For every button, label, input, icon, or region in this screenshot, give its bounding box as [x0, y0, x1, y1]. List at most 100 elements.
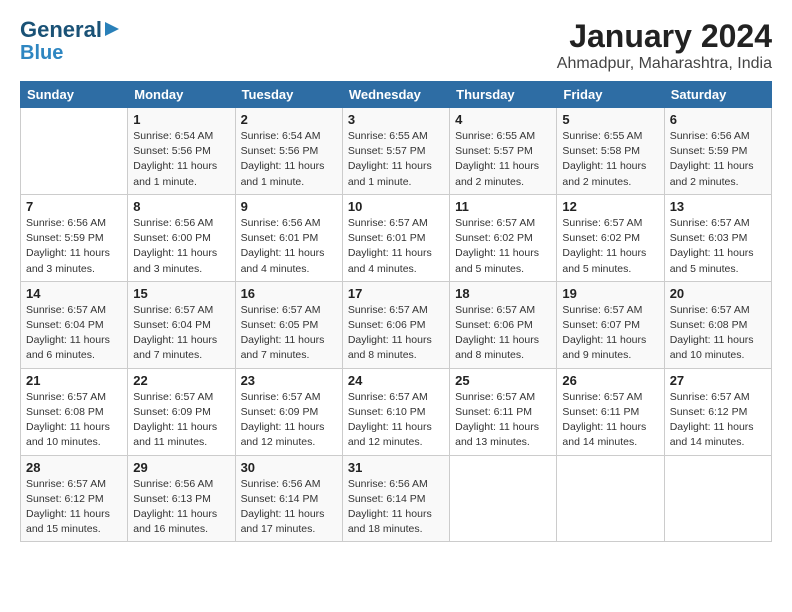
calendar-header-row: SundayMondayTuesdayWednesdayThursdayFrid…: [21, 82, 772, 108]
day-number: 26: [562, 373, 658, 388]
calendar-cell: [557, 455, 664, 542]
page: General Blue January 2024 Ahmadpur, Maha…: [0, 0, 792, 552]
calendar-cell: 15 Sunrise: 6:57 AMSunset: 6:04 PMDayligh…: [128, 281, 235, 368]
day-info: Sunrise: 6:54 AMSunset: 5:56 PMDaylight:…: [241, 129, 337, 190]
calendar-cell: 2 Sunrise: 6:54 AMSunset: 5:56 PMDaylight…: [235, 108, 342, 195]
calendar-week-row: 1 Sunrise: 6:54 AMSunset: 5:56 PMDaylight…: [21, 108, 772, 195]
day-info: Sunrise: 6:57 AMSunset: 6:12 PMDaylight:…: [26, 477, 122, 538]
day-info: Sunrise: 6:57 AMSunset: 6:10 PMDaylight:…: [348, 390, 444, 451]
day-number: 9: [241, 199, 337, 214]
calendar-cell: 24Sunrise: 6:57 AMSunset: 6:10 PMDayligh…: [342, 368, 449, 455]
calendar-cell: 3 Sunrise: 6:55 AMSunset: 5:57 PMDaylight…: [342, 108, 449, 195]
day-info: Sunrise: 6:57 AMSunset: 6:04 PMDaylight:…: [133, 303, 229, 364]
calendar-cell: 14 Sunrise: 6:57 AMSunset: 6:04 PMDayligh…: [21, 281, 128, 368]
calendar-week-row: 14 Sunrise: 6:57 AMSunset: 6:04 PMDayligh…: [21, 281, 772, 368]
day-info: Sunrise: 6:57 AMSunset: 6:01 PMDaylight:…: [348, 216, 444, 277]
logo-blue: Blue: [20, 42, 63, 64]
calendar-cell: 17Sunrise: 6:57 AMSunset: 6:06 PMDayligh…: [342, 281, 449, 368]
day-info: Sunrise: 6:55 AMSunset: 5:58 PMDaylight:…: [562, 129, 658, 190]
calendar-cell: 1 Sunrise: 6:54 AMSunset: 5:56 PMDaylight…: [128, 108, 235, 195]
day-info: Sunrise: 6:55 AMSunset: 5:57 PMDaylight:…: [348, 129, 444, 190]
calendar-week-row: 21 Sunrise: 6:57 AMSunset: 6:08 PMDayligh…: [21, 368, 772, 455]
day-number: 10: [348, 199, 444, 214]
day-info: Sunrise: 6:55 AMSunset: 5:57 PMDaylight:…: [455, 129, 551, 190]
calendar-table: SundayMondayTuesdayWednesdayThursdayFrid…: [20, 81, 772, 542]
location: Ahmadpur, Maharashtra, India: [557, 55, 772, 73]
calendar-cell: 13Sunrise: 6:57 AMSunset: 6:03 PMDayligh…: [664, 194, 771, 281]
calendar-cell: 27Sunrise: 6:57 AMSunset: 6:12 PMDayligh…: [664, 368, 771, 455]
calendar-cell: 22 Sunrise: 6:57 AMSunset: 6:09 PMDayligh…: [128, 368, 235, 455]
day-info: Sunrise: 6:54 AMSunset: 5:56 PMDaylight:…: [133, 129, 229, 190]
day-info: Sunrise: 6:57 AMSunset: 6:09 PMDaylight:…: [241, 390, 337, 451]
calendar-cell: 9 Sunrise: 6:56 AMSunset: 6:01 PMDaylight…: [235, 194, 342, 281]
logo-general: General: [20, 18, 102, 42]
col-header-wednesday: Wednesday: [342, 82, 449, 108]
day-info: Sunrise: 6:56 AMSunset: 5:59 PMDaylight:…: [26, 216, 122, 277]
day-number: 13: [670, 199, 766, 214]
col-header-sunday: Sunday: [21, 82, 128, 108]
col-header-friday: Friday: [557, 82, 664, 108]
calendar-cell: 11 Sunrise: 6:57 AMSunset: 6:02 PMDayligh…: [450, 194, 557, 281]
calendar-cell: [450, 455, 557, 542]
day-number: 12: [562, 199, 658, 214]
day-info: Sunrise: 6:56 AMSunset: 6:14 PMDaylight:…: [241, 477, 337, 538]
day-number: 8: [133, 199, 229, 214]
calendar-cell: 28Sunrise: 6:57 AMSunset: 6:12 PMDayligh…: [21, 455, 128, 542]
day-number: 27: [670, 373, 766, 388]
day-number: 5: [562, 112, 658, 127]
calendar-body: 1 Sunrise: 6:54 AMSunset: 5:56 PMDaylight…: [21, 108, 772, 542]
title-block: January 2024 Ahmadpur, Maharashtra, Indi…: [557, 18, 772, 73]
day-number: 4: [455, 112, 551, 127]
day-number: 17: [348, 286, 444, 301]
calendar-cell: 25 Sunrise: 6:57 AMSunset: 6:11 PMDayligh…: [450, 368, 557, 455]
day-info: Sunrise: 6:57 AMSunset: 6:04 PMDaylight:…: [26, 303, 122, 364]
day-info: Sunrise: 6:57 AMSunset: 6:07 PMDaylight:…: [562, 303, 658, 364]
calendar-cell: 26Sunrise: 6:57 AMSunset: 6:11 PMDayligh…: [557, 368, 664, 455]
day-number: 6: [670, 112, 766, 127]
day-info: Sunrise: 6:56 AMSunset: 6:00 PMDaylight:…: [133, 216, 229, 277]
calendar-cell: 6 Sunrise: 6:56 AMSunset: 5:59 PMDaylight…: [664, 108, 771, 195]
calendar-cell: 29 Sunrise: 6:56 AMSunset: 6:13 PMDayligh…: [128, 455, 235, 542]
month-title: January 2024: [557, 18, 772, 55]
day-number: 29: [133, 460, 229, 475]
day-info: Sunrise: 6:57 AMSunset: 6:08 PMDaylight:…: [26, 390, 122, 451]
calendar-cell: 23 Sunrise: 6:57 AMSunset: 6:09 PMDayligh…: [235, 368, 342, 455]
day-number: 20: [670, 286, 766, 301]
day-number: 7: [26, 199, 122, 214]
day-number: 2: [241, 112, 337, 127]
day-number: 1: [133, 112, 229, 127]
day-info: Sunrise: 6:57 AMSunset: 6:09 PMDaylight:…: [133, 390, 229, 451]
calendar-cell: [664, 455, 771, 542]
calendar-cell: 7 Sunrise: 6:56 AMSunset: 5:59 PMDaylight…: [21, 194, 128, 281]
day-info: Sunrise: 6:56 AMSunset: 6:14 PMDaylight:…: [348, 477, 444, 538]
calendar-cell: 8 Sunrise: 6:56 AMSunset: 6:00 PMDaylight…: [128, 194, 235, 281]
day-number: 3: [348, 112, 444, 127]
day-number: 14: [26, 286, 122, 301]
day-number: 31: [348, 460, 444, 475]
day-number: 23: [241, 373, 337, 388]
calendar-cell: 5 Sunrise: 6:55 AMSunset: 5:58 PMDaylight…: [557, 108, 664, 195]
day-number: 25: [455, 373, 551, 388]
calendar-cell: 21 Sunrise: 6:57 AMSunset: 6:08 PMDayligh…: [21, 368, 128, 455]
day-number: 30: [241, 460, 337, 475]
day-info: Sunrise: 6:56 AMSunset: 5:59 PMDaylight:…: [670, 129, 766, 190]
day-number: 15: [133, 286, 229, 301]
calendar-week-row: 7 Sunrise: 6:56 AMSunset: 5:59 PMDaylight…: [21, 194, 772, 281]
day-number: 22: [133, 373, 229, 388]
calendar-cell: 4 Sunrise: 6:55 AMSunset: 5:57 PMDaylight…: [450, 108, 557, 195]
col-header-monday: Monday: [128, 82, 235, 108]
day-info: Sunrise: 6:57 AMSunset: 6:02 PMDaylight:…: [455, 216, 551, 277]
day-info: Sunrise: 6:57 AMSunset: 6:11 PMDaylight:…: [455, 390, 551, 451]
day-info: Sunrise: 6:57 AMSunset: 6:02 PMDaylight:…: [562, 216, 658, 277]
day-info: Sunrise: 6:57 AMSunset: 6:06 PMDaylight:…: [455, 303, 551, 364]
logo-arrow-icon: [103, 20, 121, 38]
day-info: Sunrise: 6:56 AMSunset: 6:13 PMDaylight:…: [133, 477, 229, 538]
day-number: 21: [26, 373, 122, 388]
col-header-thursday: Thursday: [450, 82, 557, 108]
col-header-tuesday: Tuesday: [235, 82, 342, 108]
calendar-cell: 16Sunrise: 6:57 AMSunset: 6:05 PMDayligh…: [235, 281, 342, 368]
day-info: Sunrise: 6:56 AMSunset: 6:01 PMDaylight:…: [241, 216, 337, 277]
calendar-cell: 18Sunrise: 6:57 AMSunset: 6:06 PMDayligh…: [450, 281, 557, 368]
day-number: 11: [455, 199, 551, 214]
calendar-cell: 30 Sunrise: 6:56 AMSunset: 6:14 PMDayligh…: [235, 455, 342, 542]
